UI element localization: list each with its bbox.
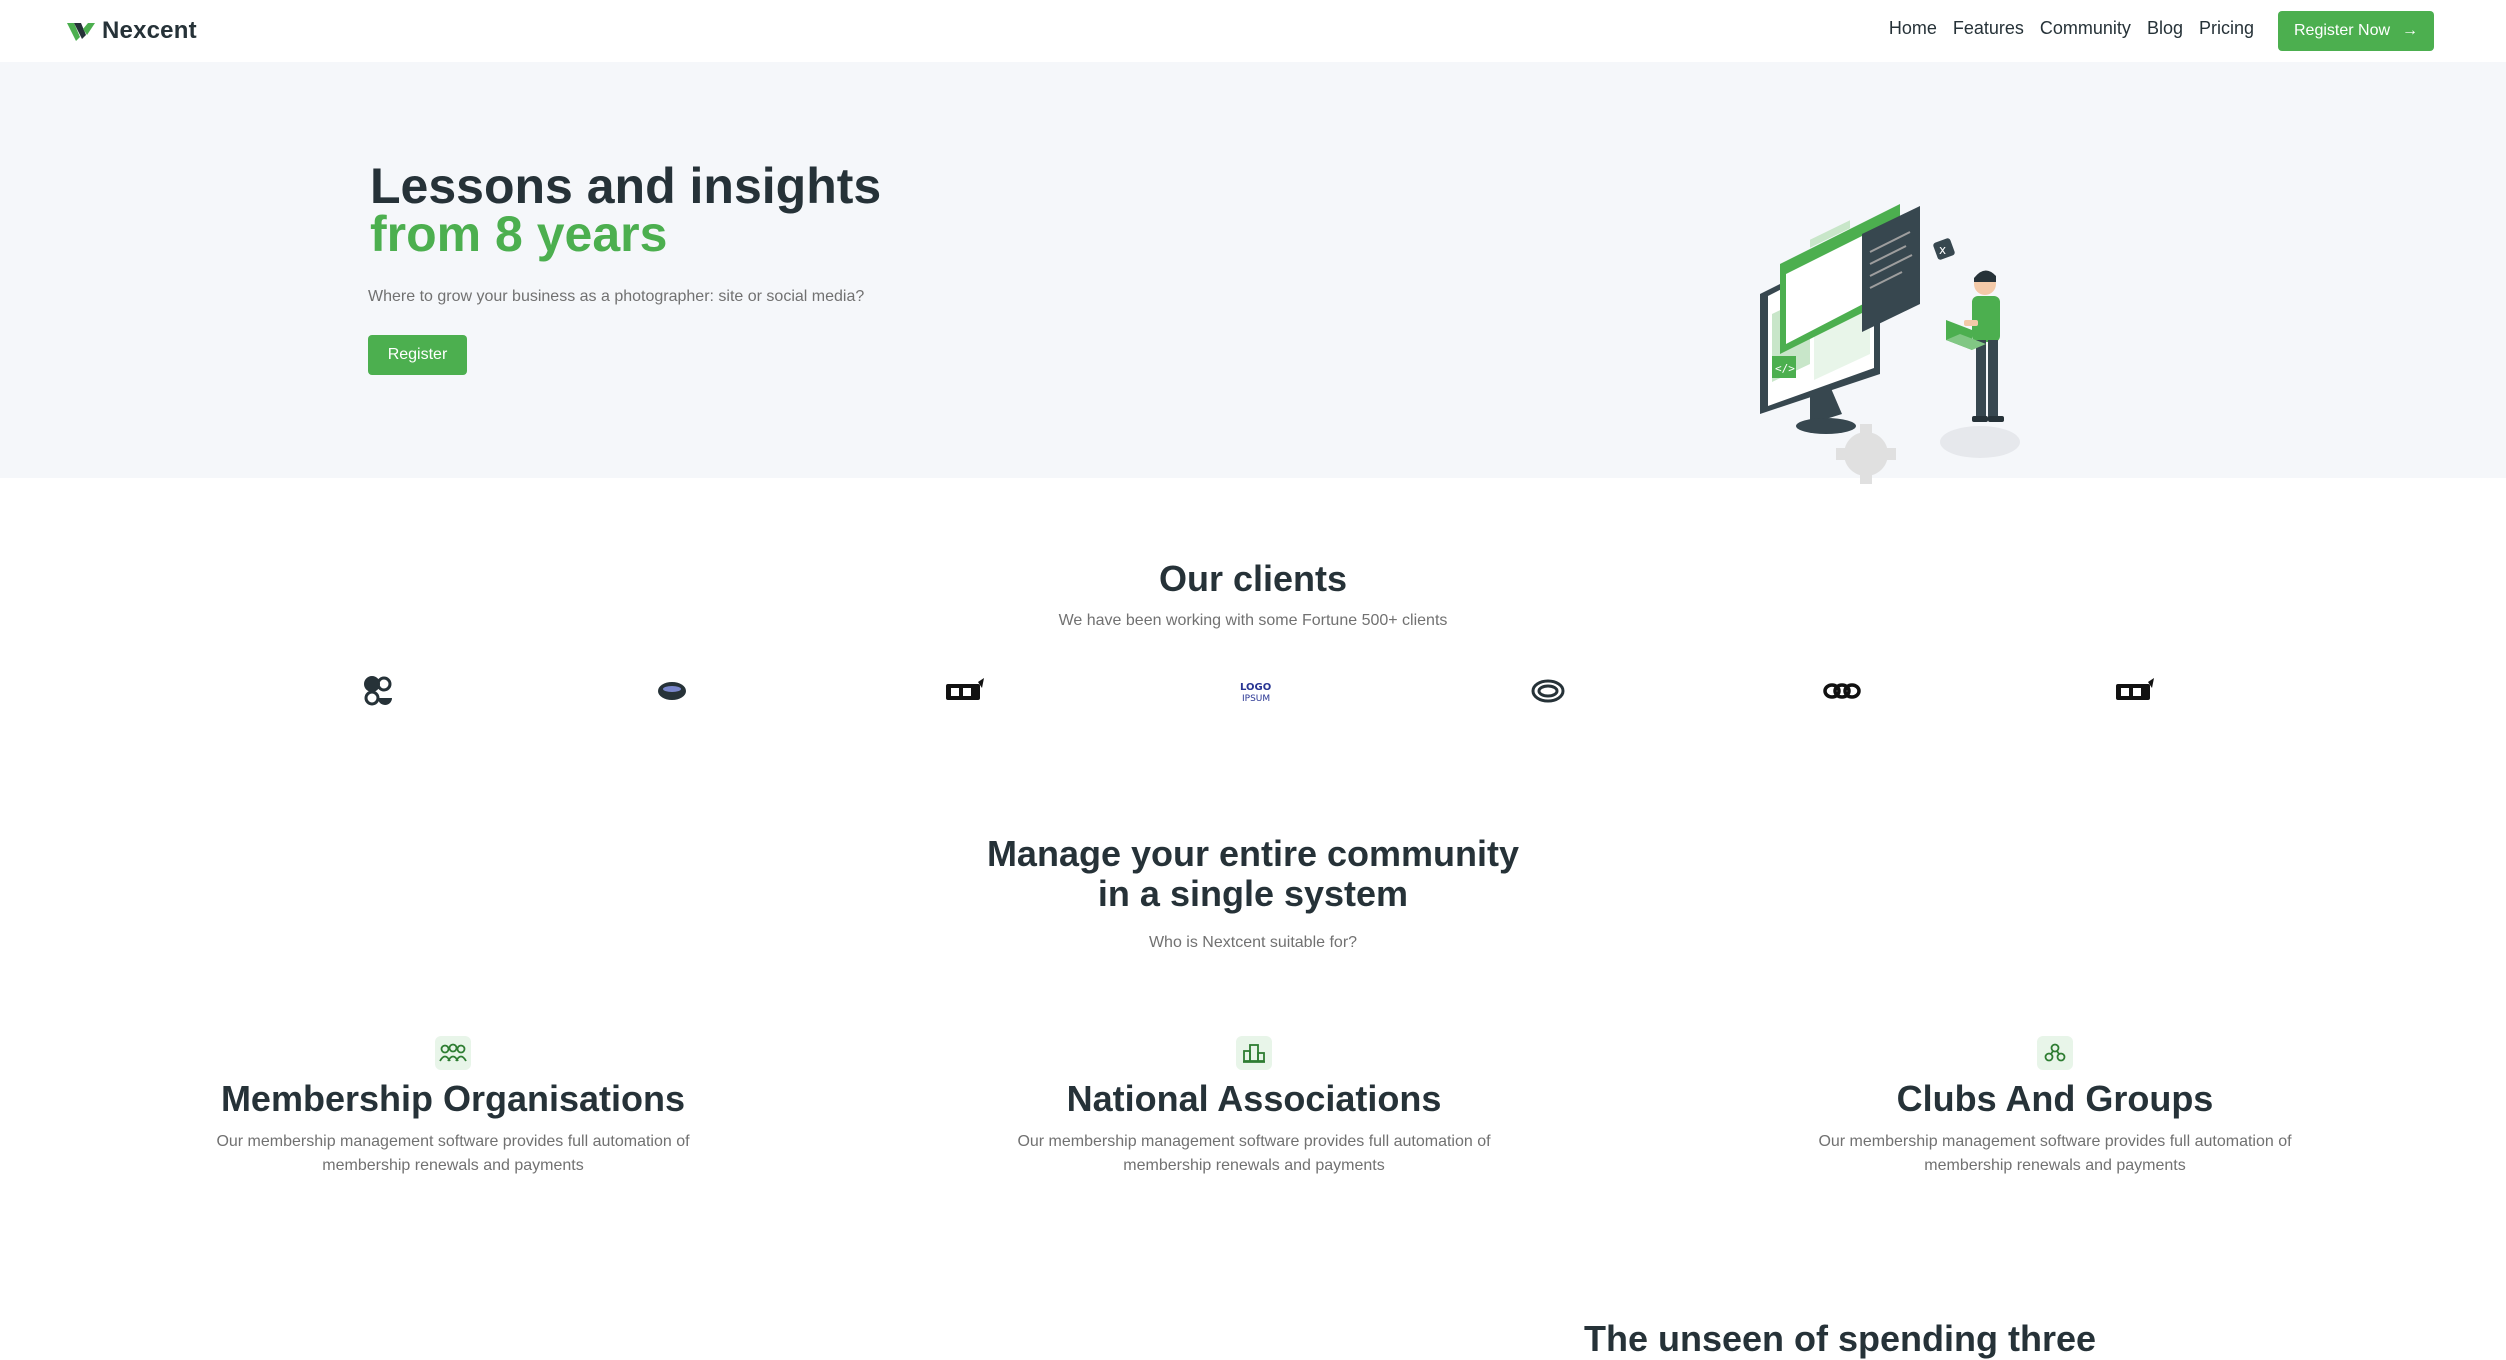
clients-subtitle: We have been working with some Fortune 5… [1058, 612, 1448, 629]
hand-icon [2037, 1036, 2073, 1070]
card-title: Clubs And Groups [1896, 1078, 2214, 1119]
community-subtitle: Who is Nextcent suitable for? [1148, 934, 1358, 951]
community-title-line2: in a single system [1097, 873, 1409, 914]
nav-community-link[interactable]: Community [2040, 18, 2131, 39]
card-text: Our membership management software provi… [1017, 1133, 1491, 1174]
hero-subtitle: Where to grow your business as a photogr… [368, 288, 865, 305]
gear-icon [1836, 424, 1896, 484]
client-logo-2 [658, 682, 686, 700]
client-logo-4: LOGO IPSUM [1240, 682, 1271, 704]
nav-features-link[interactable]: Features [1953, 18, 2024, 39]
developer-illustration: </> x [1760, 204, 2020, 484]
nav-home-link[interactable]: Home [1889, 18, 1937, 39]
hero-register-button[interactable]: Register [368, 335, 467, 375]
members-icon [435, 1036, 471, 1070]
card-clubs-and-groups: Clubs And Groups Our membership manageme… [1795, 1036, 2315, 1178]
svg-text:LOGO: LOGO [1240, 682, 1271, 693]
svg-text:x: x [1939, 243, 1946, 257]
client-logo-5 [1531, 679, 1565, 703]
nav-pricing-link[interactable]: Pricing [2199, 18, 2254, 39]
hero-section: Lessons and insights from 8 years Where … [0, 62, 2506, 484]
nexcent-logo-icon [67, 23, 95, 41]
card-title: National Associations [1066, 1078, 1442, 1119]
hero-title-line2: from 8 years [370, 206, 668, 262]
client-logo-1 [364, 676, 392, 706]
building-icon [1236, 1036, 1272, 1070]
arrow-right-icon: → [2402, 22, 2419, 39]
clients-title: Our clients [1158, 558, 1348, 599]
nav-blog-link[interactable]: Blog [2147, 18, 2183, 39]
card-text: Our membership management software provi… [216, 1133, 690, 1174]
card-text: Our membership management software provi… [1818, 1133, 2292, 1174]
card-title: Membership Organisations [220, 1078, 686, 1119]
svg-text:IPSUM: IPSUM [1242, 694, 1270, 704]
card-membership-organisations: Membership Organisations Our membership … [193, 1036, 713, 1178]
client-logo-7 [2116, 678, 2154, 700]
card-national-associations: National Associations Our membership man… [994, 1036, 1514, 1178]
svg-text:</>: </> [1775, 362, 1795, 375]
register-now-label: Register Now [2293, 22, 2391, 39]
register-now-button[interactable]: Register Now → [2278, 11, 2434, 51]
client-logo-6 [1823, 683, 1861, 699]
brand-name: Nexcent [102, 17, 197, 44]
client-logo-3 [946, 678, 984, 700]
community-title: Manage your entire community in a single… [0, 834, 2506, 914]
hero-title: Lessons and insights from 8 years [370, 161, 881, 262]
next-section-title: The unseen of spending three [1584, 1318, 2097, 1359]
community-title-line1: Manage your entire community [986, 833, 1520, 874]
top-navbar: Nexcent Home Features Community Blog Pri… [0, 0, 2506, 62]
brand-logo-link[interactable]: Nexcent [66, 16, 197, 46]
main-nav: Home Features Community Blog Pricing [1889, 18, 2254, 39]
